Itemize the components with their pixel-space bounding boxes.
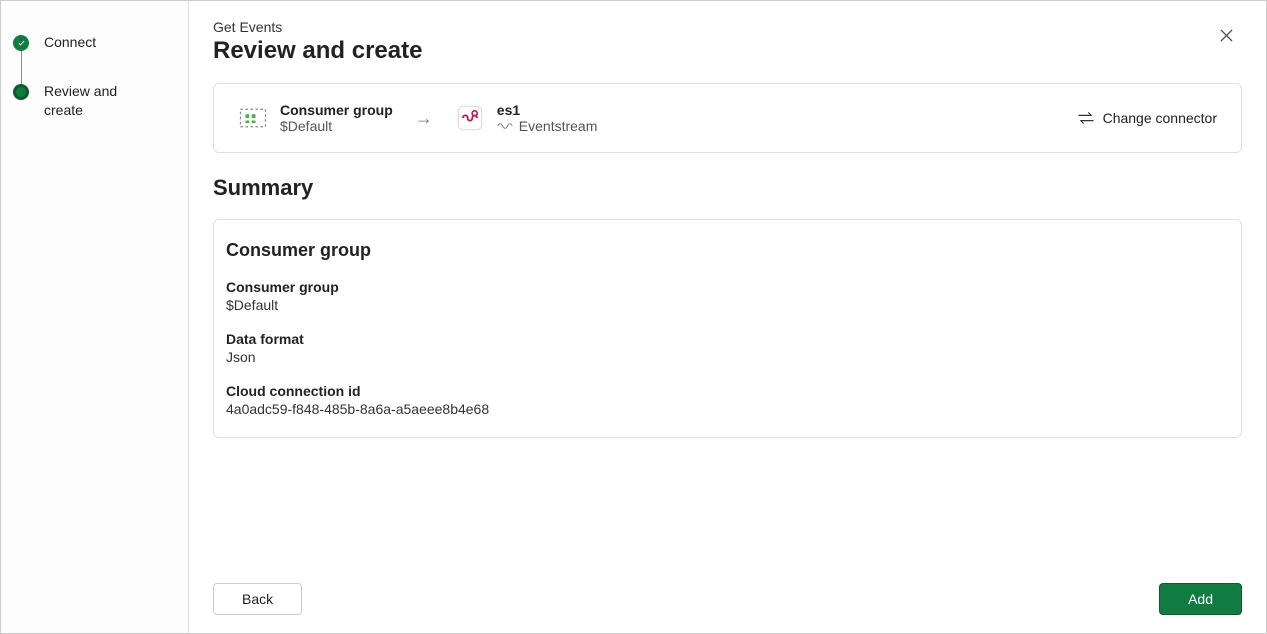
change-connector-button[interactable]: Change connector xyxy=(1077,110,1217,126)
summary-title: Summary xyxy=(213,175,1242,201)
connector-destination-title: es1 xyxy=(497,102,598,118)
wizard-sidebar: Connect Review and create xyxy=(1,1,189,633)
connector-destination-type: Eventstream xyxy=(519,118,598,134)
field-label: Cloud connection id xyxy=(226,383,1229,399)
summary-card: Consumer group Consumer group $Default D… xyxy=(213,219,1242,438)
field-cloud-connection-id: Cloud connection id 4a0adc59-f848-485b-8… xyxy=(226,383,1229,417)
eventstream-icon xyxy=(455,103,485,133)
step-connector-line xyxy=(21,51,23,84)
close-button[interactable] xyxy=(1210,19,1242,51)
connector-card: Consumer group $Default → es1 Eventstrea… xyxy=(213,83,1242,153)
current-step-icon xyxy=(13,84,29,100)
step-label: Review and create xyxy=(44,82,154,120)
summary-group-title: Consumer group xyxy=(226,240,1229,261)
footer: Back Add xyxy=(213,565,1242,615)
arrow-right-icon: → xyxy=(415,108,433,129)
consumer-group-icon xyxy=(238,103,268,133)
back-button[interactable]: Back xyxy=(213,583,302,615)
connector-destination-text: es1 Eventstream xyxy=(497,102,598,134)
field-value: Json xyxy=(226,349,1229,365)
connector-destination-type-row: Eventstream xyxy=(497,118,598,134)
field-label: Consumer group xyxy=(226,279,1229,295)
step-review-create[interactable]: Review and create xyxy=(13,82,176,120)
field-label: Data format xyxy=(226,331,1229,347)
connector-source-title: Consumer group xyxy=(280,102,393,118)
title-block: Get Events Review and create xyxy=(213,19,422,83)
change-connector-label: Change connector xyxy=(1103,110,1217,126)
swap-icon xyxy=(1077,111,1095,125)
field-consumer-group: Consumer group $Default xyxy=(226,279,1229,313)
check-circle-icon xyxy=(13,35,29,51)
close-icon xyxy=(1219,28,1234,43)
breadcrumb: Get Events xyxy=(213,19,422,35)
header-area: Get Events Review and create xyxy=(213,19,1242,83)
field-value: 4a0adc59-f848-485b-8a6a-a5aeee8b4e68 xyxy=(226,401,1229,417)
wave-icon xyxy=(497,121,513,131)
main-content: Get Events Review and create Consumer gr… xyxy=(189,1,1266,633)
add-button[interactable]: Add xyxy=(1159,583,1242,615)
connector-source-text: Consumer group $Default xyxy=(280,102,393,134)
step-connect[interactable]: Connect xyxy=(13,33,176,82)
step-label: Connect xyxy=(44,33,96,52)
field-value: $Default xyxy=(226,297,1229,313)
page-title: Review and create xyxy=(213,37,422,65)
field-data-format: Data format Json xyxy=(226,331,1229,365)
connector-source-value: $Default xyxy=(280,118,393,134)
connector-destination: es1 Eventstream xyxy=(455,102,598,134)
step-list: Connect Review and create xyxy=(13,33,176,120)
connector-source: Consumer group $Default xyxy=(238,102,393,134)
connector-flow: Consumer group $Default → es1 Eventstrea… xyxy=(238,102,597,134)
